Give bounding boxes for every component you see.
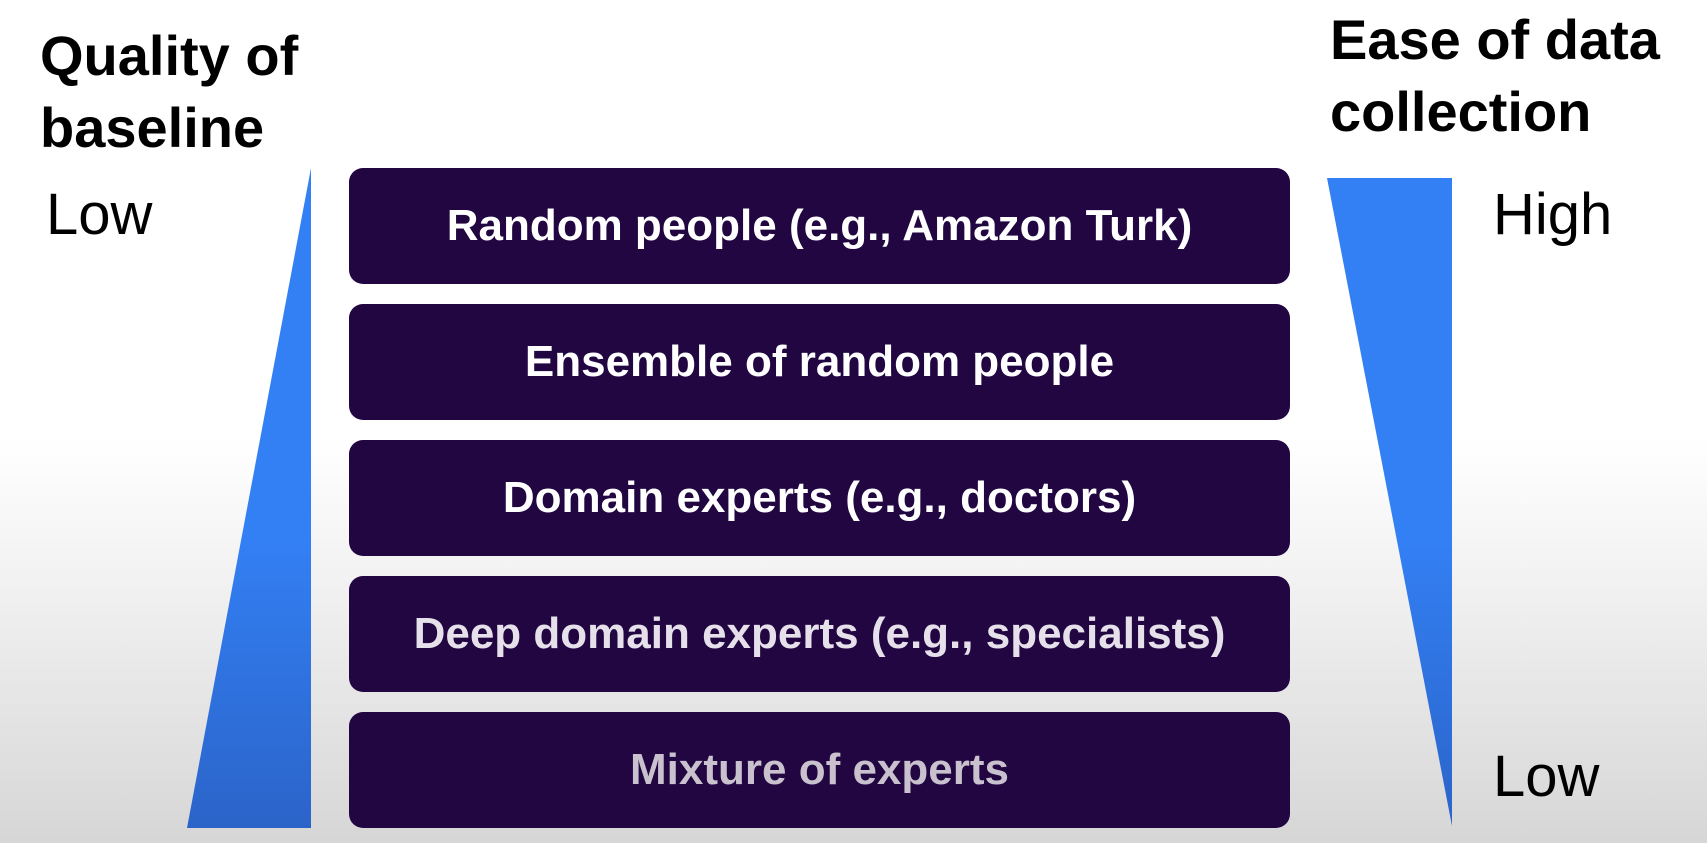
ease-decreasing-wedge — [1327, 178, 1452, 826]
level-box-mixture-of-experts: Mixture of experts — [349, 712, 1290, 828]
level-label-ensemble-random-people: Ensemble of random people — [524, 337, 1115, 386]
ease-low-label: Low — [1493, 744, 1600, 809]
level-box-ensemble-random-people: Ensemble of random people — [349, 304, 1290, 420]
quality-of-baseline-title: Quality of baseline — [40, 20, 298, 164]
ease-title-line-1: Ease of data — [1330, 8, 1660, 71]
quality-title-line-1: Quality of — [40, 24, 299, 87]
level-label-mixture-of-experts: Mixture of experts — [630, 745, 1009, 794]
ease-title-line-2: collection — [1330, 80, 1592, 143]
quality-low-label: Low — [46, 182, 153, 247]
level-box-deep-domain-experts: Deep domain experts (e.g., specialists) — [349, 576, 1290, 692]
annotator-levels-stack: Random people (e.g., Amazon Turk) Ensemb… — [349, 168, 1290, 828]
quality-wedge-shape — [187, 168, 311, 828]
level-label-domain-experts: Domain experts (e.g., doctors) — [502, 473, 1137, 522]
ease-wedge-shape — [1327, 178, 1452, 826]
ease-of-data-collection-title: Ease of data collection — [1330, 4, 1660, 148]
level-label-deep-domain-experts: Deep domain experts (e.g., specialists) — [413, 609, 1226, 658]
ease-high-label: High — [1493, 182, 1613, 247]
quality-title-line-2: baseline — [40, 96, 265, 159]
level-label-random-people: Random people (e.g., Amazon Turk) — [446, 201, 1193, 250]
quality-increasing-wedge — [187, 168, 311, 828]
level-box-domain-experts: Domain experts (e.g., doctors) — [349, 440, 1290, 556]
level-box-random-people: Random people (e.g., Amazon Turk) — [349, 168, 1290, 284]
